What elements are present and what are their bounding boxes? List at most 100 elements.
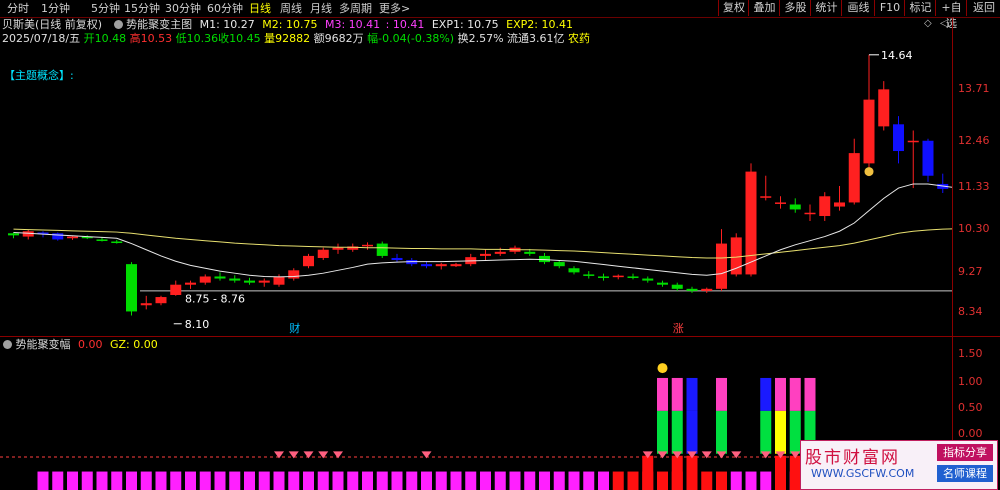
candle-body (244, 280, 255, 283)
period-tab-1[interactable]: 1分钟 (41, 1, 70, 16)
period-tab-4[interactable]: 30分钟 (165, 1, 201, 16)
toolbar-button-0[interactable]: 复权 (718, 0, 749, 16)
period-tab-3[interactable]: 15分钟 (124, 1, 160, 16)
indicator-bar-bottom (775, 410, 786, 454)
toolbar-button-4[interactable]: 画线 (841, 0, 875, 16)
bottom-strip-bar (598, 471, 609, 490)
bottom-strip-bar (391, 471, 403, 490)
bottom-strip-bar (657, 471, 668, 490)
ma-white-line (13, 183, 952, 278)
candle-body (789, 204, 801, 210)
candle-body (657, 282, 668, 285)
bottom-strip-bar (716, 471, 727, 490)
low-label: 8.10 (185, 318, 210, 331)
candle-body (922, 140, 934, 176)
candle-body (229, 278, 241, 281)
period-tab-10[interactable]: 更多 (379, 1, 401, 16)
price-tick-3: 10.30 (958, 222, 990, 235)
breakout-column (642, 455, 654, 490)
candle-body (893, 124, 904, 152)
candle-body (583, 274, 595, 276)
candle-body (568, 268, 580, 273)
candle-body (303, 255, 314, 267)
bottom-strip-bar (244, 471, 255, 490)
indicator-bar-top (804, 377, 816, 411)
price-tick-0: 13.71 (958, 82, 990, 95)
toolbar-button-8[interactable]: 返回 (966, 0, 1000, 16)
bottom-strip-bar (421, 471, 432, 490)
candle-body (907, 140, 919, 143)
range-label: 8.75 - 8.76 (185, 292, 245, 305)
bottom-strip-bar (317, 471, 329, 490)
more-arrow-icon[interactable]: > (401, 1, 410, 16)
bottom-strip-bar (155, 471, 167, 490)
marker-zhang: 涨 (673, 322, 684, 335)
toolbar-button-6[interactable]: 标记 (904, 0, 936, 16)
indicator-bar-top (686, 377, 698, 411)
bottom-strip-bar (126, 471, 137, 490)
bottom-strip-bar (37, 471, 49, 490)
candle-body (391, 257, 403, 261)
price-tick-5: 8.34 (958, 305, 983, 318)
candle-body (612, 275, 624, 278)
indicator-bar-top (775, 377, 786, 411)
bottom-strip-bar (760, 471, 772, 490)
bottom-strip-bar (701, 471, 713, 490)
candle-body (317, 249, 329, 258)
watermark-url: WWW.GSCFW.COM (811, 467, 915, 480)
indicator-bar-top (671, 377, 683, 411)
period-tab-6[interactable]: 日线 (249, 1, 271, 16)
toolbar-button-3[interactable]: 统计 (810, 0, 842, 16)
candle-body (155, 297, 167, 304)
candle-body (214, 276, 226, 279)
bottom-strip-bar (347, 471, 359, 490)
price-tick-2: 11.33 (958, 180, 990, 193)
money-bag-icon (864, 167, 874, 177)
candle-body (878, 89, 890, 127)
candlestick-chart[interactable]: 14.64 8.10 8.75 - 8.76 财 涨 (0, 18, 952, 336)
candle-body (627, 276, 639, 278)
toolbar-button-5[interactable]: F10 (874, 0, 905, 16)
period-tab-8[interactable]: 月线 (310, 1, 332, 16)
indicator-tick-1: 1.00 (958, 375, 983, 388)
period-tab-2[interactable]: 5分钟 (91, 1, 120, 16)
candle-body (745, 171, 757, 275)
candle-body (539, 255, 550, 263)
candle-body (863, 99, 875, 164)
bottom-strip-bar (509, 471, 521, 490)
candle-body (553, 262, 565, 267)
bottom-strip-bar (730, 471, 742, 490)
bottom-strip-bar (185, 471, 196, 490)
period-tab-5[interactable]: 60分钟 (207, 1, 243, 16)
axis-panel-separator (952, 336, 1000, 337)
period-tab-9[interactable]: 多周期 (339, 1, 372, 16)
candle-body (760, 196, 772, 198)
toolbar-button-1[interactable]: 叠加 (748, 0, 780, 16)
candle-body (8, 233, 19, 236)
candle-body (775, 202, 786, 204)
candle-body (96, 239, 108, 241)
indicator-tick-2: 0.50 (958, 401, 983, 414)
bottom-strip-bar (362, 471, 373, 490)
bottom-strip-bar (67, 471, 78, 490)
bottom-strip-bar (81, 471, 93, 490)
bottom-strip-bar (52, 471, 64, 490)
bottom-strip-bar (745, 471, 757, 490)
bottom-strip-bar (612, 471, 624, 490)
indicator-bar-bottom (760, 410, 772, 454)
watermark-badge-share: 指标分享 (937, 444, 993, 461)
bottom-strip-bar (583, 471, 595, 490)
bottom-strip-bar (553, 471, 565, 490)
toolbar-button-2[interactable]: 多股 (779, 0, 811, 16)
bottom-strip-bar (376, 471, 388, 490)
bottom-strip-bar (494, 471, 506, 490)
period-tab-7[interactable]: 周线 (280, 1, 302, 16)
price-tick-4: 9.27 (958, 265, 983, 278)
bottom-strip-bar (303, 471, 314, 490)
diamond-marker-icon (333, 451, 343, 459)
bottom-strip-bar (170, 471, 182, 490)
period-tab-0[interactable]: 分时 (7, 1, 29, 16)
toolbar-button-7[interactable]: +自选 (935, 0, 967, 30)
candle-body (126, 264, 137, 312)
candle-body (730, 237, 742, 275)
